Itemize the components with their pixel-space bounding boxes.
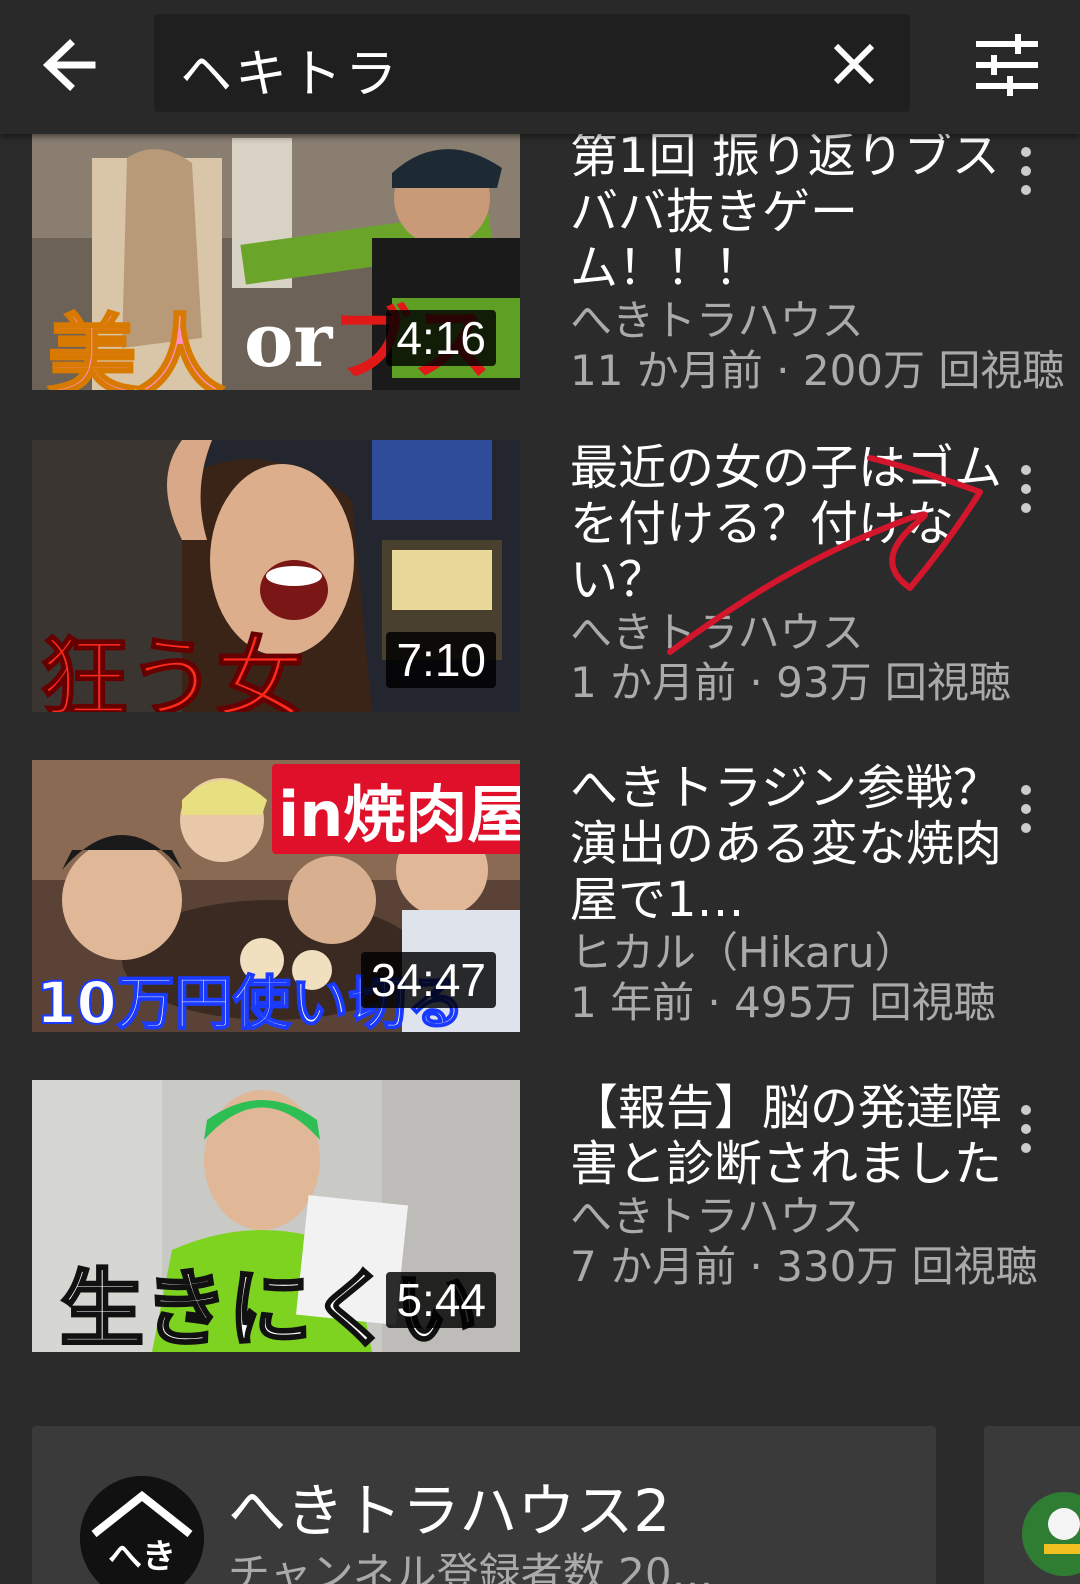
video-info: 最近の女の子はゴムを付ける？付けない？ へきトラハウス 1 か月前 · 93万 … (570, 440, 1020, 708)
clear-search-button[interactable] (826, 36, 882, 92)
svg-text:へき: へき (108, 1537, 176, 1577)
video-thumbnail[interactable]: 生きにくい 5:44 (32, 1080, 520, 1352)
search-header: ヘキトラ (0, 0, 1080, 134)
channel-title: へきトラハウス2 (228, 1477, 671, 1545)
more-vertical-icon (1021, 1105, 1031, 1153)
video-result[interactable]: 美人 or ブス 4:16 第1回 振り返りブスババ抜きゲーム！！！ へきトラハ… (0, 118, 1080, 395)
video-thumbnail[interactable]: 美人 or ブス 4:16 (32, 118, 520, 390)
channel-name: へきトラハウス (570, 608, 864, 657)
video-duration: 5:44 (386, 1272, 496, 1328)
more-vertical-icon (1021, 147, 1031, 195)
filter-button[interactable] (972, 30, 1042, 100)
video-duration: 4:16 (386, 310, 496, 366)
video-meta: 11 か月前 · 200万 回視聴 (570, 346, 1065, 395)
thumbnail-caption: 美人 (46, 304, 225, 391)
video-info: へきトラジン参戦？演出のある変な焼肉屋で1… ヒカル（Hikaru） 1 年前 … (570, 760, 1020, 1028)
video-duration: 7:10 (386, 632, 496, 688)
video-meta: 7 か月前 · 330万 回視聴 (570, 1242, 1038, 1291)
channel-card-next[interactable] (984, 1426, 1080, 1584)
close-icon (833, 43, 875, 85)
channel-name: へきトラハウス (570, 296, 864, 345)
thumbnail-caption: 狂う女 (39, 626, 305, 712)
video-result[interactable]: 生きにくい 5:44 【報告】脳の発達障害と診断されました へきトラハウス 7 … (0, 1080, 1080, 1352)
video-title[interactable]: へきトラジン参戦？演出のある変な焼肉屋で1… (570, 760, 1020, 928)
sliders-icon (976, 34, 1038, 96)
youtube-search-results-screen: 美人 or ブス 4:16 第1回 振り返りブスババ抜きゲーム！！！ へきトラハ… (0, 0, 1080, 1584)
video-title[interactable]: 【報告】脳の発達障害と診断されました (570, 1080, 1020, 1192)
search-input[interactable]: ヘキトラ (154, 14, 910, 112)
channel-logo: へき (80, 1476, 204, 1584)
more-options-button[interactable] (1004, 456, 1048, 526)
channel-thumbnail (984, 1426, 1080, 1584)
more-options-button[interactable] (1004, 1096, 1048, 1166)
video-thumbnail[interactable]: 狂う女 7:10 (32, 440, 520, 712)
channel-name: へきトラハウス (570, 1192, 864, 1241)
more-options-button[interactable] (1004, 138, 1048, 208)
more-vertical-icon (1021, 465, 1031, 513)
arrow-left-icon (42, 39, 96, 91)
video-title[interactable]: 最近の女の子はゴムを付ける？付けない？ (570, 440, 1020, 608)
thumbnail-caption: in焼肉屋 (272, 764, 520, 854)
thumbnail-caption: or (244, 298, 333, 384)
search-query: ヘキトラ (180, 45, 401, 105)
video-info: 【報告】脳の発達障害と診断されました へきトラハウス 7 か月前 · 330万 … (570, 1080, 1038, 1292)
channel-name: ヒカル（Hikaru） (570, 928, 917, 977)
more-vertical-icon (1021, 785, 1031, 833)
video-result[interactable]: in焼肉屋 10万円使い切る 34:47 へきトラジン参戦？演出のある変な焼肉屋… (0, 760, 1080, 1032)
more-options-button[interactable] (1004, 776, 1048, 846)
video-meta: 1 年前 · 495万 回視聴 (570, 978, 996, 1027)
video-meta: 1 か月前 · 93万 回視聴 (570, 658, 1011, 707)
video-thumbnail[interactable]: in焼肉屋 10万円使い切る 34:47 (32, 760, 520, 1032)
avatar: へき (80, 1476, 204, 1584)
video-info: 第1回 振り返りブスババ抜きゲーム！！！ へきトラハウス 11 か月前 · 20… (570, 128, 1065, 396)
video-duration: 34:47 (360, 952, 496, 1008)
video-title[interactable]: 第1回 振り返りブスババ抜きゲーム！！！ (570, 128, 1020, 296)
channel-card[interactable]: へき へきトラハウス2 チャンネル登録者数 20… (32, 1426, 936, 1584)
back-button[interactable] (36, 30, 106, 100)
channel-subscribers: チャンネル登録者数 20… (228, 1549, 714, 1584)
video-result[interactable]: 狂う女 7:10 最近の女の子はゴムを付ける？付けない？ へきトラハウス 1 か… (0, 440, 1080, 712)
